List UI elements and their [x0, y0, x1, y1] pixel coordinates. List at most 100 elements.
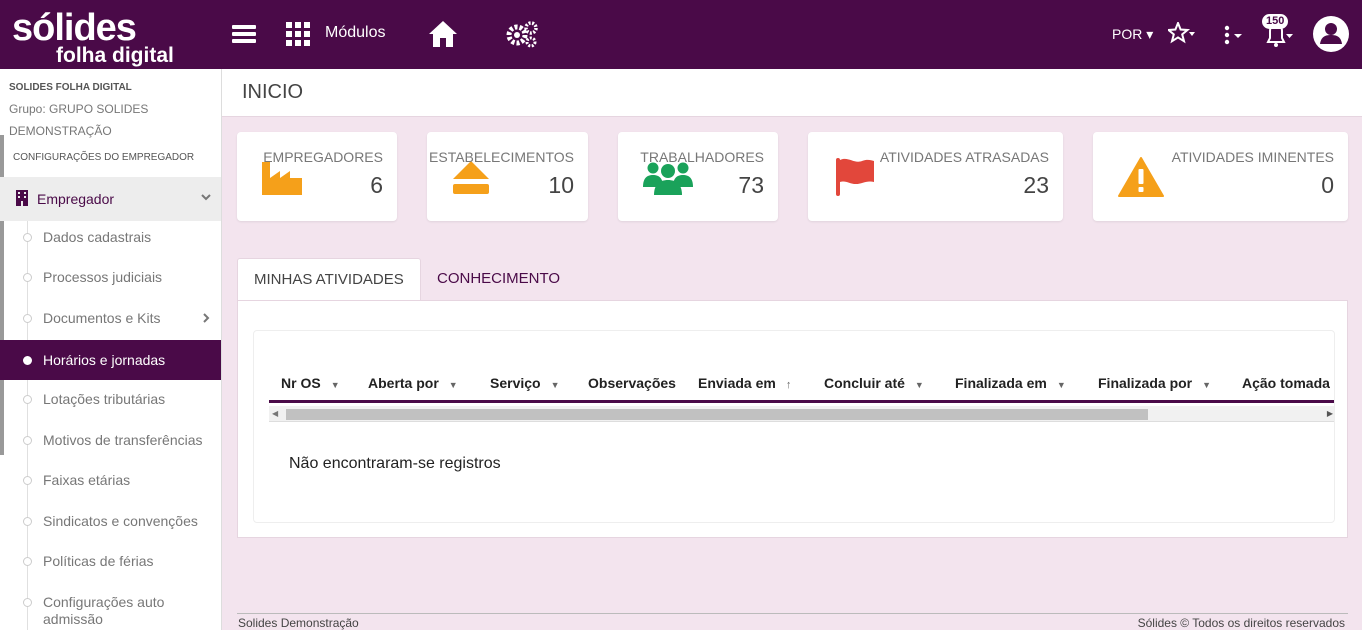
eject-icon: [453, 161, 489, 194]
stat-card-empregadores[interactable]: EMPREGADORES 6: [237, 132, 397, 221]
tree-dot: [23, 436, 32, 445]
sidebar-item-configuracoes-auto-admissao[interactable]: Configurações auto admissão: [0, 582, 221, 630]
sort-icon: ▼: [1056, 380, 1066, 390]
sort-icon: ▼: [448, 380, 458, 390]
sidebar-item-label: Faixas etárias: [43, 472, 131, 488]
tree-dot: [23, 356, 32, 365]
sidebar-item-label: Dados cadastrais: [43, 229, 152, 245]
sidebar-section-empregador[interactable]: Empregador: [0, 177, 221, 221]
language-selector[interactable]: POR ▾: [1112, 26, 1153, 43]
column-header-nr-os[interactable]: Nr OS ▼: [281, 375, 340, 391]
modules-grid-icon[interactable]: [286, 22, 310, 46]
employer-config-heading: CONFIGURAÇÕES DO EMPREGADOR: [13, 152, 195, 163]
footer-company: Solides Demonstração: [238, 616, 359, 630]
notification-count-badge: 150: [1262, 14, 1289, 29]
flag-icon: [836, 158, 874, 196]
sidebar-item-label: Lotações tributárias: [43, 391, 166, 407]
activities-panel: Nr OS ▼ Aberta por ▼ Serviço ▼ Observações …: [237, 300, 1348, 538]
sidebar-item-label: Configurações auto admissão: [43, 594, 165, 627]
column-header-finalizada-por[interactable]: Finalizada por ▼: [1098, 375, 1211, 391]
stat-card-trabalhadores[interactable]: TRABALHADORES 73: [618, 132, 778, 221]
top-navbar: sólides folha digital Módulos POR ▾ 150: [0, 0, 1362, 69]
stat-card-estabelecimentos[interactable]: ESTABELECIMENTOS 10: [427, 132, 588, 221]
stat-card-value: 10: [548, 172, 574, 198]
tree-dot: [23, 557, 32, 566]
sort-icon: ▼: [330, 380, 340, 390]
sidebar-section-label: Empregador: [37, 191, 115, 207]
tab-minhas-atividades[interactable]: MINHAS ATIVIDADES: [237, 258, 421, 300]
stat-card-value: 23: [1023, 172, 1049, 198]
column-header-observacoes[interactable]: Observações: [588, 375, 676, 391]
column-header-enviada-em[interactable]: Enviada em ↑: [698, 375, 791, 391]
column-header-finalizada-em[interactable]: Finalizada em ▼: [955, 375, 1066, 391]
empty-table-message: Não encontraram-se registros: [289, 455, 501, 472]
building-icon: [16, 190, 28, 206]
tree-dot: [23, 395, 32, 404]
warning-icon: [1118, 157, 1164, 197]
company-group: Grupo: GRUPO SOLIDES DEMONSTRAÇÃO: [9, 102, 149, 138]
logo-text-sub: folha digital: [56, 44, 174, 67]
stat-card-atividades-iminentes[interactable]: ATIVIDADES IMINENTES 0: [1093, 132, 1348, 221]
column-header-concluir-ate[interactable]: Concluir até ▼: [824, 375, 924, 391]
sort-icon: ▼: [914, 380, 924, 390]
more-options-icon[interactable]: [1222, 25, 1244, 45]
tree-dot: [23, 314, 32, 323]
sidebar-item-label: Processos judiciais: [43, 269, 163, 285]
notifications-button[interactable]: 150: [1262, 14, 1294, 48]
settings-gears-icon[interactable]: [505, 20, 539, 48]
sidebar-item-label: Sindicatos e convenções: [43, 513, 198, 529]
sort-ascending-icon: ↑: [785, 379, 792, 391]
table-header: Nr OS ▼ Aberta por ▼ Serviço ▼ Observações …: [269, 361, 1334, 403]
modules-button[interactable]: Módulos: [325, 24, 385, 42]
footer: Solides Demonstração Sólides © Todos os …: [237, 613, 1348, 630]
sidebar-item-label: Motivos de transferências: [43, 432, 203, 448]
sidebar-item-horarios-e-jornadas[interactable]: Horários e jornadas: [0, 340, 221, 380]
sort-icon: ▼: [1202, 380, 1212, 390]
stat-card-title: EMPREGADORES: [263, 149, 383, 165]
user-icon: [1320, 23, 1342, 44]
user-avatar[interactable]: [1313, 16, 1349, 52]
sidebar-item-label: Documentos e Kits: [43, 310, 161, 326]
tab-conhecimento[interactable]: CONHECIMENTO: [421, 258, 576, 300]
tree-dot: [23, 476, 32, 485]
sidebar: SOLIDES FOLHA DIGITAL Grupo: GRUPO SOLID…: [0, 69, 222, 630]
sidebar-item-dados-cadastrais[interactable]: Dados cadastrais: [0, 217, 221, 257]
sidebar-item-label: Políticas de férias: [43, 553, 154, 569]
table-horizontal-scrollbar[interactable]: ◀ ▶: [269, 406, 1334, 422]
sort-icon: ▼: [550, 380, 560, 390]
sidebar-item-lotacoes-tributarias[interactable]: Lotações tributárias: [0, 379, 221, 419]
solides-logo[interactable]: sólides folha digital: [12, 7, 192, 67]
stat-card-title: ESTABELECIMENTOS: [429, 149, 574, 165]
tree-dot: [23, 598, 32, 607]
sidebar-item-faixas-etarias[interactable]: Faixas etárias: [0, 460, 221, 500]
sidebar-item-sindicatos-e-convencoes[interactable]: Sindicatos e convenções: [0, 501, 221, 541]
chevron-right-icon: [203, 313, 210, 323]
stat-card-value: 73: [738, 172, 764, 198]
logo-text-main: sólides: [12, 7, 137, 49]
sidebar-item-documentos-e-kits[interactable]: Documentos e Kits: [0, 298, 221, 338]
stat-card-value: 0: [1321, 172, 1334, 198]
table-divider: [1334, 423, 1335, 523]
stat-card-title: ATIVIDADES ATRASADAS: [879, 149, 1049, 165]
stat-card-value: 6: [370, 172, 383, 198]
column-header-servico[interactable]: Serviço ▼: [490, 375, 560, 391]
tree-dot: [23, 273, 32, 282]
menu-toggle-icon[interactable]: [232, 25, 256, 43]
activities-table-container: Nr OS ▼ Aberta por ▼ Serviço ▼ Observações …: [253, 330, 1335, 523]
sidebar-item-processos-judiciais[interactable]: Processos judiciais: [0, 257, 221, 297]
scroll-right-icon[interactable]: ▶: [1327, 409, 1333, 418]
page-header: INICIO: [222, 69, 1362, 117]
column-header-aberta-por[interactable]: Aberta por ▼: [368, 375, 458, 391]
sidebar-item-label: Horários e jornadas: [43, 352, 166, 368]
favorites-star-icon[interactable]: [1168, 22, 1196, 44]
column-header-acao-tomada[interactable]: Ação tomada: [1242, 375, 1330, 391]
scroll-left-icon[interactable]: ◀: [272, 409, 278, 418]
sidebar-item-motivos-de-transferencias[interactable]: Motivos de transferências: [0, 420, 221, 460]
page-title: INICIO: [242, 81, 304, 103]
stat-card-atividades-atrasadas[interactable]: ATIVIDADES ATRASADAS 23: [808, 132, 1063, 221]
sidebar-item-politicas-de-ferias[interactable]: Políticas de férias: [0, 541, 221, 581]
home-icon[interactable]: [428, 20, 458, 48]
scrollbar-thumb[interactable]: [286, 409, 1148, 420]
tree-dot: [23, 233, 32, 242]
stat-card-title: TRABALHADORES: [640, 149, 764, 165]
